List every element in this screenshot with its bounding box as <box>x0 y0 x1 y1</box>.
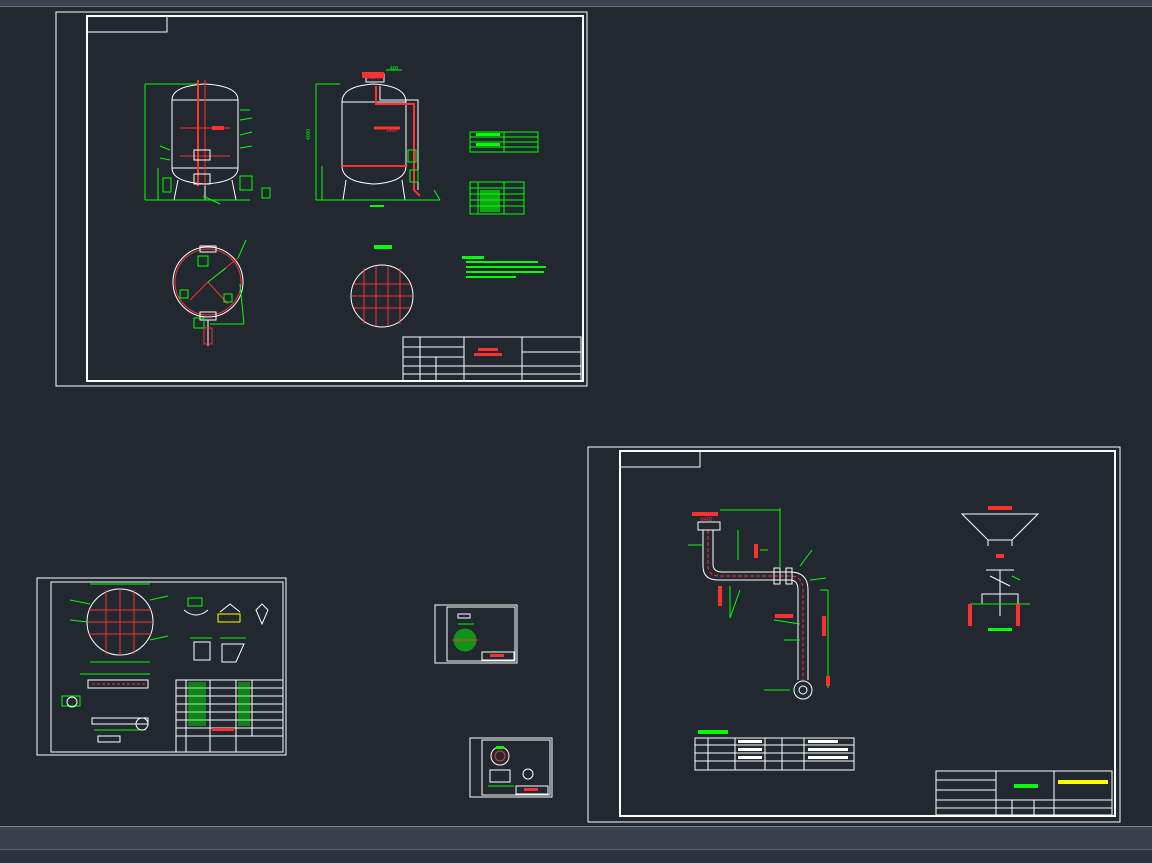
drawing-sheet-1[interactable]: Φ1200 400 4000 1800 <box>55 11 588 387</box>
tank-front-view <box>144 80 271 205</box>
pipe-assembly-view: Φ400 <box>688 508 830 700</box>
tank-diameter-tag: Φ1200 <box>365 75 384 81</box>
status-bar[interactable] <box>0 849 1152 863</box>
drawing-canvas[interactable]: Φ1200 400 4000 1800 Φ400 <box>0 0 1152 826</box>
dim-top-text: 400 <box>390 66 399 72</box>
material-table <box>469 181 525 215</box>
title-block-1 <box>402 336 582 382</box>
pipe-diameter-tag: Φ400 <box>700 517 713 523</box>
title-block-2 <box>935 770 1113 816</box>
dim-height-text: 4000 <box>306 129 312 140</box>
valve-detail-view <box>968 569 1030 631</box>
grid-plate-view <box>69 583 169 663</box>
detail-parts-small <box>183 597 269 663</box>
beam-section-views <box>61 673 150 743</box>
command-line-bar[interactable] <box>0 826 1152 849</box>
drawing-sheet-5[interactable] <box>469 737 553 798</box>
drawing-sheet-3[interactable] <box>36 577 287 756</box>
parts-table <box>694 730 855 771</box>
tank-top-view <box>172 239 247 346</box>
distribution-plate-view <box>350 245 414 328</box>
technical-notes <box>462 256 546 278</box>
bom-table-3 <box>175 679 284 753</box>
hopper-detail-view <box>960 506 1040 558</box>
tank-side-view: Φ1200 400 4000 1800 <box>306 66 441 207</box>
drawing-sheet-2[interactable]: Φ400 <box>587 446 1121 823</box>
nozzle-table <box>469 131 539 153</box>
dim-side-text: 1800 <box>386 128 397 134</box>
drawing-sheet-4[interactable] <box>434 604 518 664</box>
